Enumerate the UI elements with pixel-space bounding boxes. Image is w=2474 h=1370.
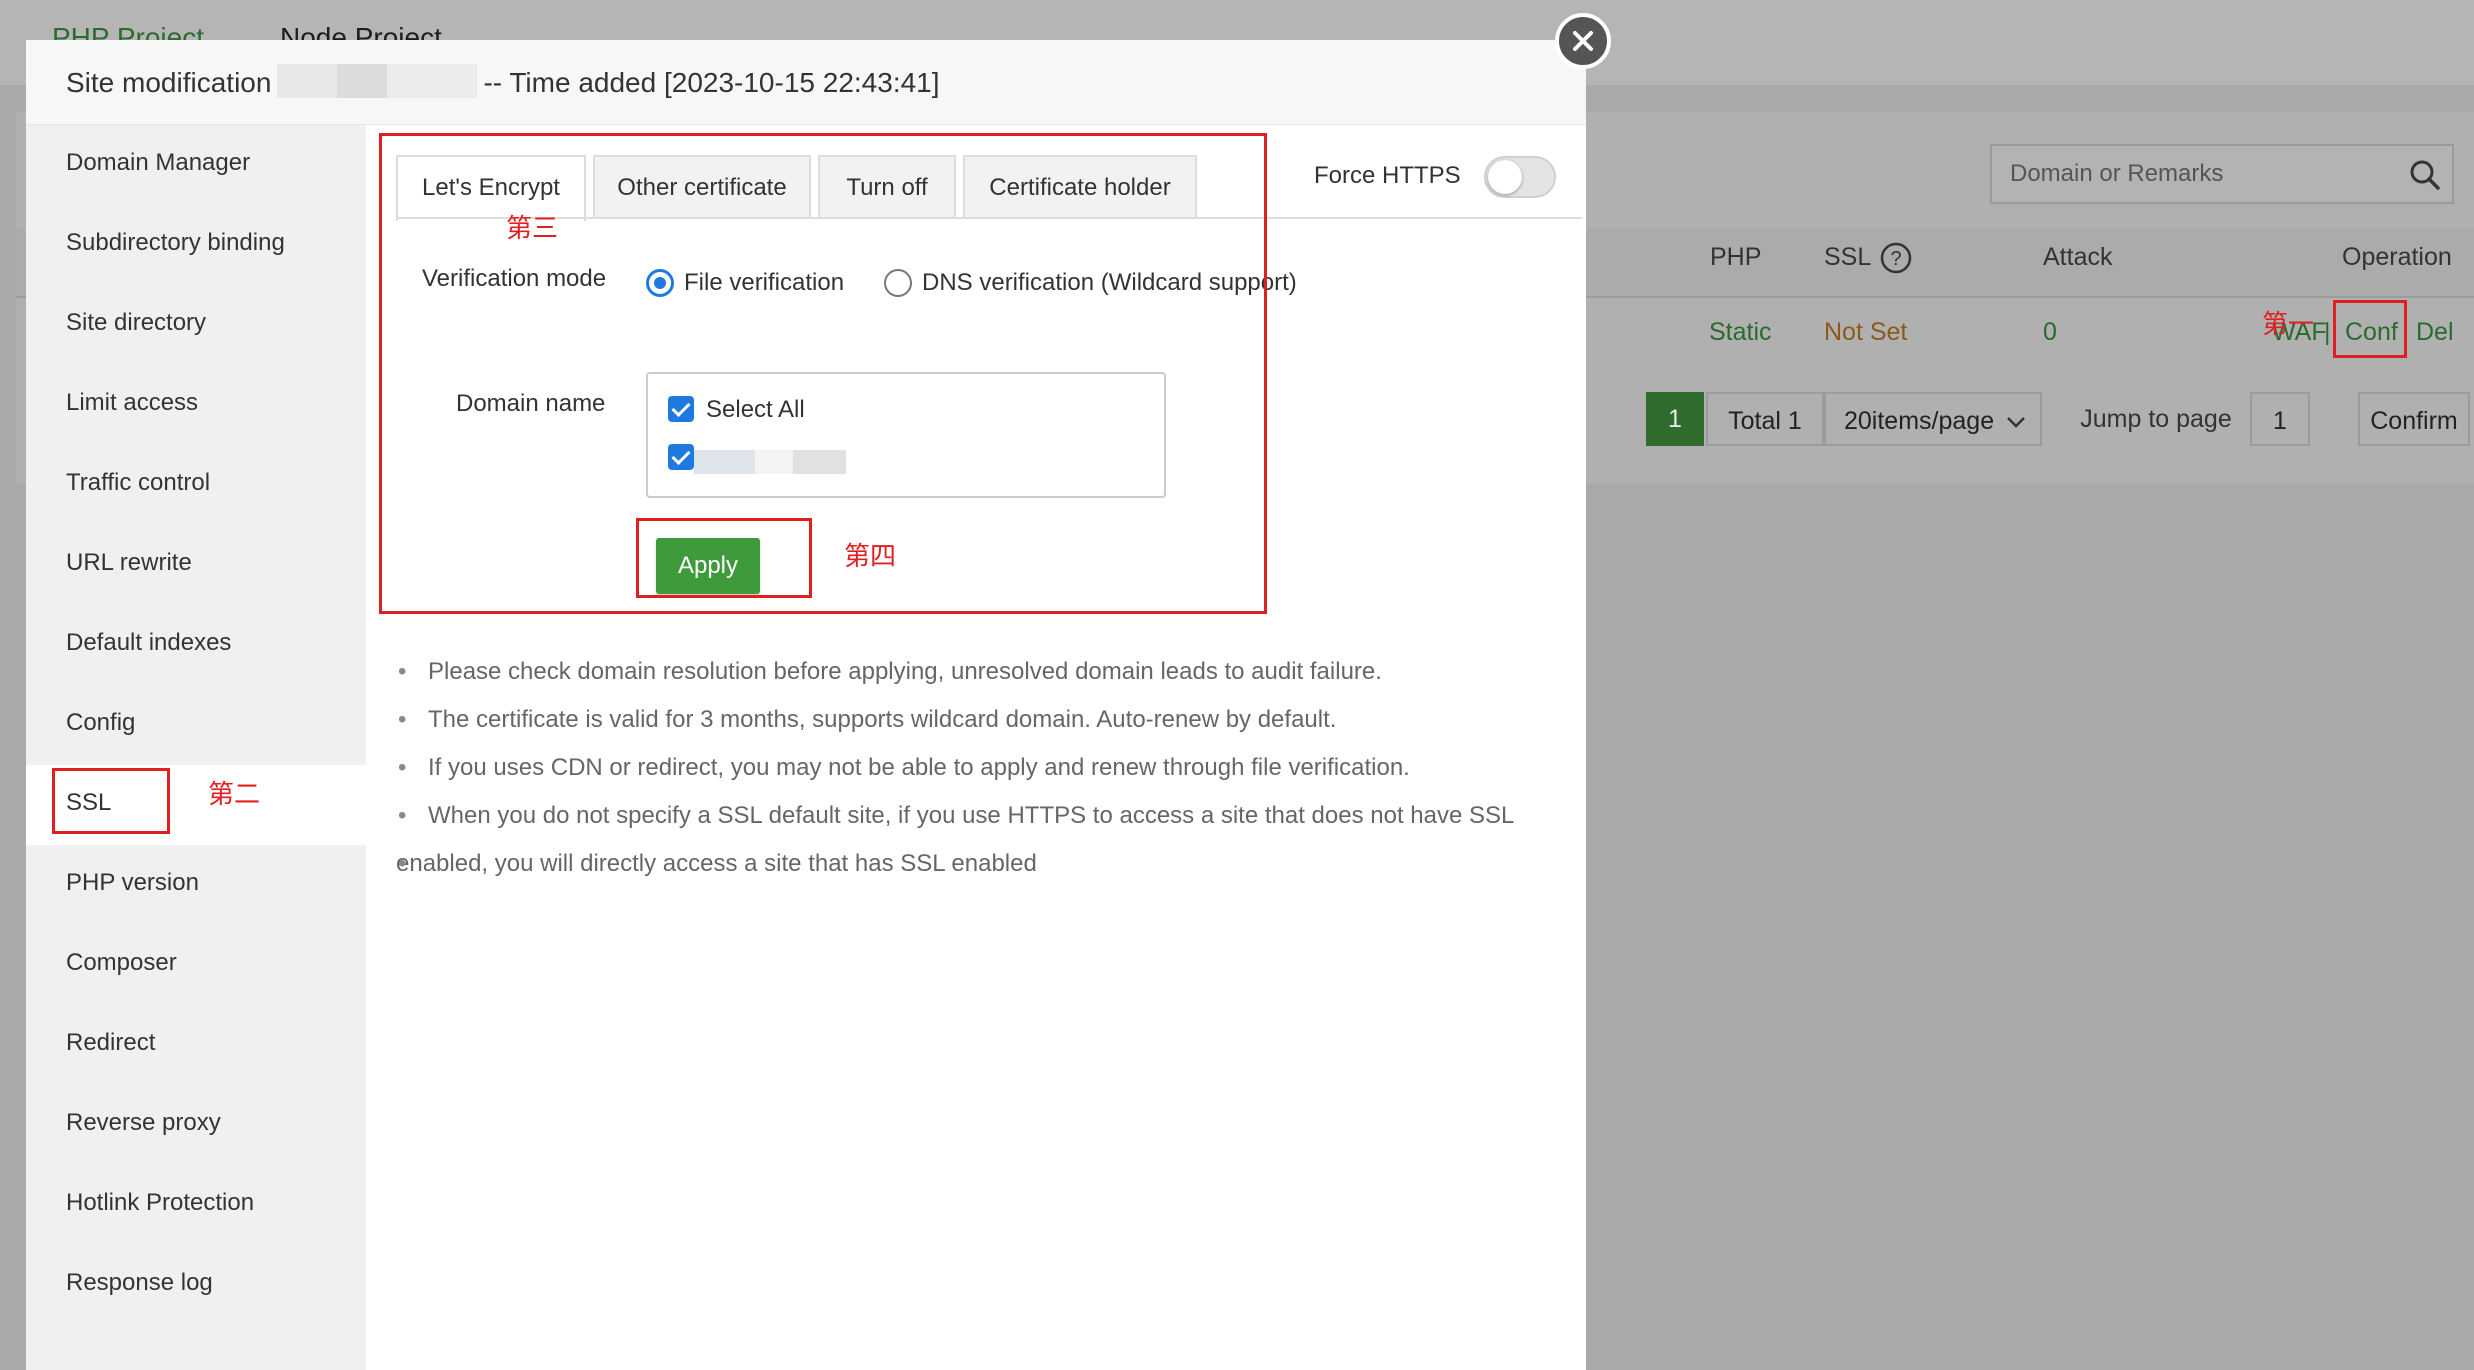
sidebar-item-traffic-control[interactable]: Traffic control (26, 445, 366, 525)
sidebar-item-label: Hotlink Protection (66, 1189, 255, 1216)
column-operation: Operation (2342, 243, 2452, 271)
total-count: Total 1 (1706, 392, 1824, 446)
search-icon[interactable] (2408, 158, 2442, 197)
row-ssl-status[interactable]: Not Set (1824, 318, 1907, 347)
redacted-domain (277, 64, 478, 98)
jump-page-input[interactable]: 1 (2250, 392, 2310, 446)
annotation-second: 第二 (208, 779, 261, 809)
modal-sidebar: Domain Manager Subdirectory binding Site… (26, 125, 366, 1370)
svg-text:?: ? (1890, 248, 1901, 270)
annotation-box-lets-encrypt (379, 133, 1267, 614)
tip-item-continued: enabled, you will directly access a site… (396, 840, 1536, 888)
toggle-knob (1488, 160, 1522, 194)
close-modal-button[interactable] (1555, 13, 1611, 69)
close-icon (1573, 31, 1593, 51)
column-attack: Attack (2043, 243, 2113, 271)
help-icon[interactable]: ? (1880, 242, 1912, 279)
tip-item: Please check domain resolution before ap… (396, 648, 1536, 696)
force-https-toggle[interactable] (1484, 156, 1556, 198)
separator: | (2324, 318, 2331, 346)
del-link[interactable]: Del (2416, 318, 2454, 347)
sidebar-item-response-log[interactable]: Response log (26, 1245, 366, 1325)
sidebar-item-redirect[interactable]: Redirect (26, 1005, 366, 1085)
sidebar-item-label: Domain Manager (66, 149, 251, 176)
column-ssl: SSL (1824, 243, 1872, 271)
sidebar-item-php-version[interactable]: PHP version (26, 845, 366, 925)
site-modification-modal: Site modification -- Time added [2023-10-… (26, 40, 1586, 1370)
sidebar-item-subdirectory-binding[interactable]: Subdirectory binding (26, 205, 366, 285)
row-attack-count: 0 (2043, 318, 2057, 346)
per-page-select[interactable]: 20items/page (1824, 392, 2042, 446)
sidebar-item-label: Config (66, 709, 136, 736)
sidebar-item-config[interactable]: Config (26, 685, 366, 765)
annotation-box-ssl (52, 768, 170, 834)
sidebar-item-composer[interactable]: Composer (26, 925, 366, 1005)
sidebar-item-label: Subdirectory binding (66, 229, 285, 256)
confirm-button[interactable]: Confirm (2358, 392, 2470, 446)
row-php-value: Static (1709, 318, 1772, 346)
sidebar-item-hotlink-protection[interactable]: Hotlink Protection (26, 1165, 366, 1245)
sidebar-item-domain-manager[interactable]: Domain Manager (26, 125, 366, 205)
sidebar-item-label: PHP version (66, 869, 199, 896)
modal-title-suffix: -- Time added [2023-10-15 22:43:41] (483, 67, 940, 98)
modal-title-prefix: Site modification (66, 67, 272, 98)
annotation-first: 第一 (2262, 309, 2315, 339)
sidebar-item-label: Default indexes (66, 629, 232, 656)
search-input[interactable]: Domain or Remarks (1990, 144, 2454, 204)
chevron-down-icon (2006, 394, 2026, 448)
tip-item: If you uses CDN or redirect, you may not… (396, 744, 1536, 792)
search-placeholder: Domain or Remarks (2010, 160, 2224, 187)
modal-title: Site modification -- Time added [2023-10-… (66, 64, 940, 99)
tip-item: The certificate is valid for 3 months, s… (396, 696, 1536, 744)
sidebar-item-url-rewrite[interactable]: URL rewrite (26, 525, 366, 605)
sidebar-item-site-directory[interactable]: Site directory (26, 285, 366, 365)
sidebar-item-label: Limit access (66, 389, 199, 416)
sidebar-item-label: Response log (66, 1269, 213, 1296)
sidebar-item-limit-access[interactable]: Limit access (26, 365, 366, 445)
per-page-value: 20items/page (1844, 407, 1995, 435)
tip-item: When you do not specify a SSL default si… (396, 792, 1536, 840)
sidebar-item-reverse-proxy[interactable]: Reverse proxy (26, 1085, 366, 1165)
sidebar-item-label: Composer (66, 949, 177, 976)
sidebar-item-default-indexes[interactable]: Default indexes (26, 605, 366, 685)
column-php: PHP (1710, 243, 1762, 271)
page-current[interactable]: 1 (1646, 392, 1704, 446)
sidebar-item-label: Site directory (66, 309, 207, 336)
sidebar-item-label: URL rewrite (66, 549, 192, 576)
force-https-label: Force HTTPS (1314, 162, 1461, 189)
ssl-tips-list: Please check domain resolution before ap… (396, 648, 1536, 888)
sidebar-item-label: Reverse proxy (66, 1109, 221, 1136)
sidebar-item-label: Traffic control (66, 469, 211, 496)
sidebar-item-label: Redirect (66, 1029, 156, 1056)
modal-header: Site modification -- Time added [2023-10-… (26, 40, 1586, 125)
jump-label: Jump to page (2080, 405, 2232, 433)
annotation-box-conf (2333, 300, 2407, 358)
